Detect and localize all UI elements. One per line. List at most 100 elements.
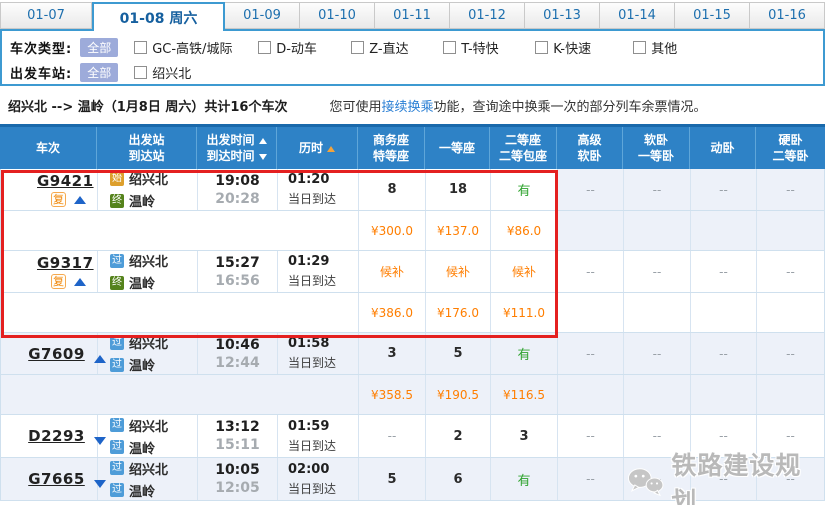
train-number-link[interactable]: G7665: [28, 470, 85, 488]
train-type-all-button[interactable]: 全部: [80, 38, 118, 57]
price-cell: ¥190.5: [426, 375, 491, 414]
seat-cell: --: [757, 169, 824, 210]
price-cell: ¥358.5: [359, 375, 426, 414]
stations-cell: 过绍兴北 过温岭: [98, 415, 198, 457]
price-cell: ¥111.0: [491, 293, 558, 332]
price-cell: [691, 211, 757, 250]
pass-station-badge: 过: [110, 483, 124, 497]
seat-cell: 3: [359, 333, 426, 374]
transfer-link[interactable]: 接续换乘: [381, 100, 433, 115]
collapse-arrow-icon[interactable]: [74, 278, 86, 286]
sort-asc-icon[interactable]: [259, 138, 267, 144]
price-cell: ¥86.0: [491, 211, 558, 250]
tab-date-01-11[interactable]: 01-11: [375, 2, 450, 29]
times-cell: 19:0820:28: [198, 169, 278, 210]
tab-date-01-13[interactable]: 01-13: [525, 2, 600, 29]
date-tabbar: 01-07 01-08 周六 01-09 01-10 01-11 01-12 0…: [0, 0, 825, 29]
times-cell: 13:1215:11: [198, 415, 278, 457]
tab-date-01-07[interactable]: 01-07: [0, 2, 92, 29]
checkbox-shaoxingbei[interactable]: [134, 66, 147, 79]
header-times-sortable[interactable]: 出发时间 到达时间: [197, 127, 277, 169]
filter-option-shaoxingbei: 绍兴北: [134, 63, 258, 82]
filter-option-label: GC-高铁/城际: [152, 38, 232, 57]
header-business-seat: 商务座特等座: [358, 127, 425, 169]
tip-prefix: 您可使用: [329, 100, 381, 115]
sort-desc-icon[interactable]: [259, 154, 267, 160]
price-cell: [691, 375, 757, 414]
tab-date-01-12[interactable]: 01-12: [450, 2, 525, 29]
table-header: 车次 出发站到达站 出发时间 到达时间 历时 商务座特等座 一等座 二等座二等包…: [0, 124, 825, 169]
train-info-row: G7609 过绍兴北 过温岭 10:4612:44 01:58当日到达 3 5: [1, 333, 824, 375]
depart-station-label: 出发车站:: [10, 63, 72, 82]
checkbox-k[interactable]: [535, 41, 548, 54]
tab-date-01-09[interactable]: 01-09: [225, 2, 300, 29]
checkbox-d[interactable]: [258, 41, 271, 54]
duration-cell: 01:59当日到达: [278, 415, 359, 457]
train-no-cell: G7665: [1, 458, 98, 500]
filter-option-z: Z-直达: [351, 38, 443, 57]
train-table: 车次 出发站到达站 出发时间 到达时间 历时 商务座特等座 一等座 二等座二等包…: [0, 124, 825, 501]
header-second-class: 二等座二等包座: [490, 127, 557, 169]
price-cell: [558, 211, 624, 250]
watermark: 铁路建设规划: [626, 446, 825, 505]
train-number-link[interactable]: G7609: [28, 345, 85, 363]
stations-cell: 过绍兴北 过温岭: [98, 333, 198, 374]
train-number-link[interactable]: D2293: [28, 427, 85, 445]
checkbox-gc[interactable]: [134, 41, 147, 54]
fuxing-badge: 复: [51, 192, 66, 207]
price-cell: [624, 211, 691, 250]
train-query-page: 01-07 01-08 周六 01-09 01-10 01-11 01-12 0…: [0, 0, 825, 505]
header-duration-sortable[interactable]: 历时: [277, 127, 358, 169]
seat-cell: --: [757, 333, 824, 374]
transfer-tip: 您可使用接续换乘功能，查询途中换乘一次的部分列车余票情况。: [329, 96, 706, 115]
header-hard-sleeper: 硬卧二等卧: [756, 127, 825, 169]
pass-station-badge: 过: [110, 461, 124, 475]
filter-option-label: T-特快: [461, 38, 498, 57]
train-no-cell: G9317 复: [1, 251, 98, 292]
train-info-row: G9421 复 始绍兴北 终温岭 19:0820:28 01:: [1, 169, 824, 211]
price-cell: [624, 375, 691, 414]
filter-panel: 车次类型: 全部 GC-高铁/城际 D-动车 Z-直达 T-特快 K-快速: [0, 29, 825, 86]
train-no-cell: G7609: [1, 333, 98, 374]
depart-station-all-button[interactable]: 全部: [80, 63, 118, 82]
seat-cell: 有: [491, 333, 558, 374]
header-train-no: 车次: [0, 127, 97, 169]
tab-date-01-14[interactable]: 01-14: [600, 2, 675, 29]
train-number-link[interactable]: G9317: [37, 254, 94, 272]
watermark-text: 铁路建设规划: [671, 446, 825, 505]
date-text: （1月8日 周六）: [104, 96, 205, 115]
seat-cell: --: [624, 169, 691, 210]
price-cell: [757, 293, 824, 332]
checkbox-z[interactable]: [351, 41, 364, 54]
price-cell: [558, 375, 624, 414]
collapse-arrow-icon[interactable]: [74, 196, 86, 204]
sort-asc-active-icon[interactable]: [327, 146, 335, 152]
price-cell: ¥176.0: [426, 293, 491, 332]
end-station-badge: 终: [110, 194, 124, 208]
seat-cell: 候补: [426, 251, 491, 292]
checkbox-other[interactable]: [633, 41, 646, 54]
pass-station-badge: 过: [110, 254, 124, 268]
price-cell: [757, 375, 824, 414]
train-number-link[interactable]: G9421: [37, 172, 94, 190]
seat-cell: 有: [491, 169, 558, 210]
tab-date-01-16[interactable]: 01-16: [750, 2, 825, 29]
price-cell: ¥137.0: [426, 211, 491, 250]
filter-option-label: 其他: [651, 38, 677, 57]
filter-option-label: D-动车: [276, 38, 317, 57]
duration-cell: 01:58当日到达: [278, 333, 359, 374]
tab-date-01-10[interactable]: 01-10: [300, 2, 375, 29]
checkbox-t[interactable]: [443, 41, 456, 54]
tab-date-01-08-selected[interactable]: 01-08 周六: [92, 2, 225, 31]
route-text: 绍兴北 --> 温岭: [8, 96, 104, 115]
tab-date-01-15[interactable]: 01-15: [675, 2, 750, 29]
pass-station-badge: 过: [110, 418, 124, 432]
price-row: ¥358.5 ¥190.5 ¥116.5: [1, 375, 824, 415]
price-spacer: [1, 293, 359, 332]
duration-cell: 02:00当日到达: [278, 458, 359, 500]
price-row: ¥386.0 ¥176.0 ¥111.0: [1, 293, 824, 333]
start-station-badge: 始: [110, 172, 124, 186]
seat-cell: 2: [426, 415, 491, 457]
filter-option-other: 其他: [633, 38, 703, 57]
price-spacer: [1, 375, 359, 414]
